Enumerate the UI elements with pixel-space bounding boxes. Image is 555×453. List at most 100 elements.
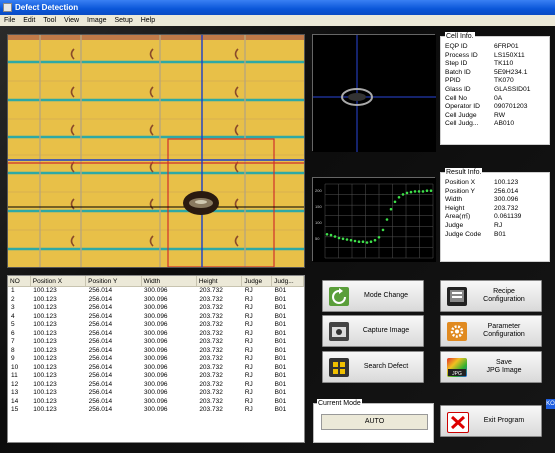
table-cell: 300.096 xyxy=(144,389,168,396)
table-cell: 7 xyxy=(11,338,15,345)
table-cell: B01 xyxy=(274,372,287,379)
graph-tick-label: 200 xyxy=(315,188,322,193)
table-cell: 256.014 xyxy=(88,346,113,354)
menu-tool[interactable]: Tool xyxy=(43,15,56,26)
col-position-y[interactable]: Position Y xyxy=(85,276,142,287)
table-cell: 256.014 xyxy=(88,312,113,320)
table-cell: 100.123 xyxy=(33,355,57,362)
cell-info-key: Batch ID xyxy=(445,68,471,76)
table-cell: 300.096 xyxy=(144,406,168,413)
table-row[interactable]: 15 100.123 256.014 300.096 203.732 RJ B01 xyxy=(8,406,304,415)
table-cell: RJ xyxy=(244,346,253,354)
table-row[interactable]: 3 100.123 256.014 300.096 203.732 RJ B01 xyxy=(8,304,304,313)
table-row[interactable]: 14 100.123 256.014 300.096 203.732 RJ B01 xyxy=(8,398,304,407)
graph-point xyxy=(373,238,377,242)
table-header-row: NO Position X Position Y Width Height Ju… xyxy=(8,276,304,287)
cell-info-value: AB010 xyxy=(494,120,515,128)
table-row[interactable]: 10 100.123 256.014 300.096 203.732 RJ B01 xyxy=(8,364,304,373)
graph-point xyxy=(333,235,337,238)
col-no[interactable]: NO xyxy=(8,276,31,287)
table-cell: 100.123 xyxy=(33,338,57,345)
menu-view[interactable]: View xyxy=(64,15,79,26)
table-cell: 300.096 xyxy=(144,363,168,371)
table-cell: 14 xyxy=(11,397,19,405)
table-row[interactable]: 7 100.123 256.014 300.096 203.732 RJ B01 xyxy=(8,338,304,347)
inspection-image xyxy=(7,34,305,268)
col-judge[interactable]: Judge xyxy=(241,276,273,287)
cell-info-value: 6FRP01 xyxy=(494,43,519,50)
table-cell: 203.732 xyxy=(199,295,223,303)
table-cell: 2 xyxy=(11,295,15,303)
result-info-row: Position Y 256.014 xyxy=(445,188,521,197)
result-info-value: B01 xyxy=(494,230,506,238)
table-row[interactable]: 6 100.123 256.014 300.096 203.732 RJ B01 xyxy=(8,330,304,339)
table-cell: RJ xyxy=(244,329,253,337)
app-icon xyxy=(3,3,12,12)
table-cell: 203.732 xyxy=(199,372,223,379)
table-cell: 203.732 xyxy=(199,389,223,396)
table-cell: B01 xyxy=(274,321,287,328)
table-row[interactable]: 5 100.123 256.014 300.096 203.732 RJ B01 xyxy=(8,321,304,330)
recipe-configuration-label: Recipe Configuration xyxy=(483,288,525,303)
graph-point xyxy=(417,190,421,193)
exit-program-button[interactable]: Exit Program xyxy=(440,405,542,437)
capture-image-button[interactable]: Capture Image xyxy=(322,315,424,347)
parameter-configuration-button[interactable]: Parameter Configuration xyxy=(440,315,542,347)
table-cell: 203.732 xyxy=(199,406,223,413)
cell-info-key: PPID xyxy=(445,77,461,85)
result-info-row: Width 300.096 xyxy=(445,196,521,205)
language-indicator[interactable]: KO xyxy=(546,399,555,409)
menu-file[interactable]: File xyxy=(4,15,15,26)
table-cell: B01 xyxy=(274,346,287,354)
cell-info-key: Cell Judg... xyxy=(445,120,479,128)
table-cell: 203.732 xyxy=(199,380,223,388)
cell-info-row: EQP ID 6FRP01 xyxy=(445,43,530,52)
table-cell: B01 xyxy=(274,380,287,388)
table-cell: RJ xyxy=(244,312,253,320)
table-cell: 300.096 xyxy=(144,372,168,379)
result-info-key: Judge Code xyxy=(445,230,482,238)
menu-help[interactable]: Help xyxy=(141,15,155,26)
table-cell: 203.732 xyxy=(199,312,223,320)
table-cell: RJ xyxy=(244,397,253,405)
defect-table[interactable]: NO Position X Position Y Width Height Ju… xyxy=(7,275,305,443)
table-row[interactable]: 1 100.123 256.014 300.096 203.732 RJ B01 xyxy=(8,287,304,296)
table-row[interactable]: 13 100.123 256.014 300.096 203.732 RJ B01 xyxy=(8,389,304,398)
table-cell: 100.123 xyxy=(33,312,57,320)
result-info-row: Height 203.732 xyxy=(445,205,521,214)
graph-point xyxy=(393,200,397,204)
table-cell: 256.014 xyxy=(88,389,113,396)
save-jpg-button[interactable]: JPG Save JPG Image xyxy=(440,351,542,383)
cell-info-legend: Cell Info. xyxy=(445,32,475,41)
recipe-configuration-button[interactable]: Recipe Configuration xyxy=(440,280,542,312)
search-defect-button[interactable]: Search Defect xyxy=(322,351,424,383)
table-cell: 13 xyxy=(11,389,19,396)
result-info-list: Position X 100.123 Position Y 256.014 Width 3… xyxy=(445,179,521,239)
col-position-x[interactable]: Position X xyxy=(30,276,87,287)
graph-point xyxy=(353,239,357,243)
table-row[interactable]: 12 100.123 256.014 300.096 203.732 RJ B01 xyxy=(8,381,304,390)
table-row[interactable]: 9 100.123 256.014 300.096 203.732 RJ B01 xyxy=(8,355,304,364)
result-info-group: Result Info. Position X 100.123 Position Y… xyxy=(440,168,550,262)
menu-setup[interactable]: Setup xyxy=(114,15,132,26)
graph-point xyxy=(361,240,365,243)
mode-change-label: Mode Change xyxy=(364,292,408,299)
cell-info-row: Operator ID 090701203 xyxy=(445,103,530,112)
table-row[interactable]: 8 100.123 256.014 300.096 203.732 RJ B01 xyxy=(8,347,304,356)
table-cell: 100.123 xyxy=(33,389,57,396)
cell-info-value: RW xyxy=(494,111,506,119)
table-row[interactable]: 2 100.123 256.014 300.096 203.732 RJ B01 xyxy=(8,296,304,305)
menu-image[interactable]: Image xyxy=(87,15,106,26)
col-width[interactable]: Width xyxy=(141,276,197,287)
refresh-icon xyxy=(329,287,349,306)
table-row[interactable]: 4 100.123 256.014 300.096 203.732 RJ B01 xyxy=(8,313,304,322)
recipe-icon xyxy=(447,287,467,306)
table-row[interactable]: 11 100.123 256.014 300.096 203.732 RJ B01 xyxy=(8,372,304,381)
col-height[interactable]: Height xyxy=(196,276,243,287)
table-cell: 300.096 xyxy=(144,397,168,405)
col-judge-code[interactable]: Judg... xyxy=(271,276,304,287)
menu-edit[interactable]: Edit xyxy=(23,15,35,26)
zoom-image-svg xyxy=(313,35,436,152)
table-cell: B01 xyxy=(274,406,287,413)
mode-change-button[interactable]: Mode Change xyxy=(322,280,424,312)
